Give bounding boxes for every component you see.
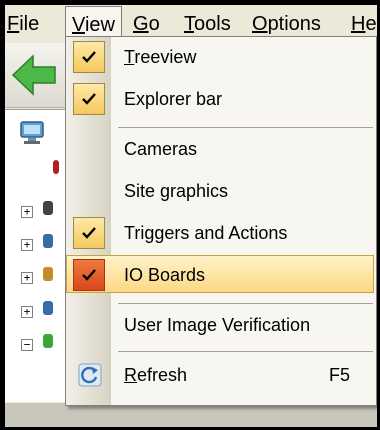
menu-item-label: Site graphics xyxy=(124,181,229,201)
computer-icon[interactable] xyxy=(19,120,47,146)
menu-options-label: ptions xyxy=(267,13,321,35)
menu-item-label: Refresh xyxy=(124,365,188,385)
menu-go[interactable]: Go xyxy=(133,12,160,36)
menu-item-shortcut: F5 xyxy=(328,365,350,385)
menu-separator xyxy=(118,351,373,352)
status-bar xyxy=(5,403,377,427)
checkmark-icon xyxy=(73,41,105,73)
menu-item-treeview[interactable]: Treeview xyxy=(66,37,376,77)
tree-node-icon xyxy=(43,234,53,248)
menu-item-label: Treeview xyxy=(124,47,197,67)
menu-tools-label: ools xyxy=(194,13,231,35)
tree-expander-3[interactable]: + xyxy=(21,272,33,284)
menu-file-label: ile xyxy=(19,13,40,35)
menu-tools[interactable]: Tools xyxy=(184,12,231,36)
menu-file[interactable]: File xyxy=(7,12,39,36)
refresh-icon xyxy=(78,363,102,387)
menu-item-refresh[interactable]: Refresh F5 xyxy=(66,355,376,395)
menu-item-site-graphics[interactable]: Site graphics xyxy=(66,171,376,211)
tree-pane: + + + + − xyxy=(5,109,65,402)
tree-node-icon xyxy=(43,201,53,215)
menu-help-label: e xyxy=(365,13,377,35)
checkmark-icon xyxy=(73,83,105,115)
menu-item-label: Cameras xyxy=(124,139,198,159)
menu-item-label: Explorer bar xyxy=(124,89,223,109)
toolbar xyxy=(5,43,65,108)
menu-item-label: Triggers and Actions xyxy=(124,223,288,243)
tree-node-marker-icon xyxy=(53,160,59,174)
menu-view-mnemonic: V xyxy=(72,14,85,36)
tree-expander-4[interactable]: + xyxy=(21,306,33,318)
back-arrow-icon[interactable] xyxy=(11,53,57,97)
menu-go-mnemonic: G xyxy=(133,13,149,35)
menu-separator xyxy=(118,127,373,128)
tree-node-icon xyxy=(43,301,53,315)
menu-tools-mnemonic: T xyxy=(184,13,194,35)
menu-item-triggers-and-actions[interactable]: Triggers and Actions xyxy=(66,213,376,253)
menu-item-cameras[interactable]: Cameras xyxy=(66,129,376,169)
tree-node-icon xyxy=(43,267,53,281)
menu-item-user-image-verification[interactable]: User Image Verification xyxy=(66,305,376,345)
menu-item-label: IO Boards xyxy=(124,265,206,285)
checkmark-icon xyxy=(73,259,105,291)
tree-node-icon xyxy=(43,334,53,348)
menu-go-label: o xyxy=(148,13,160,35)
menu-view-label: iew xyxy=(84,14,115,36)
menu-options-mnemonic: O xyxy=(252,13,268,35)
menu-file-mnemonic: F xyxy=(7,13,20,35)
tree-expander-1[interactable]: + xyxy=(21,206,33,218)
menu-help[interactable]: He xyxy=(351,12,377,36)
menu-item-highlight xyxy=(66,255,374,293)
menu-item-label: User Image Verification xyxy=(124,315,311,335)
checkmark-icon xyxy=(73,217,105,249)
menu-options[interactable]: Options xyxy=(252,12,321,36)
view-menu-dropdown: Treeview Explorer bar Cameras Site graph… xyxy=(65,36,377,406)
menu-item-io-boards[interactable]: IO Boards xyxy=(66,255,376,295)
menu-item-explorer-bar[interactable]: Explorer bar xyxy=(66,79,376,119)
menu-separator xyxy=(118,303,373,304)
tree-expander-2[interactable]: + xyxy=(21,239,33,251)
tree-expander-5[interactable]: − xyxy=(21,339,33,351)
menu-view[interactable]: View xyxy=(65,6,122,40)
menu-help-mnemonic: H xyxy=(351,13,366,35)
